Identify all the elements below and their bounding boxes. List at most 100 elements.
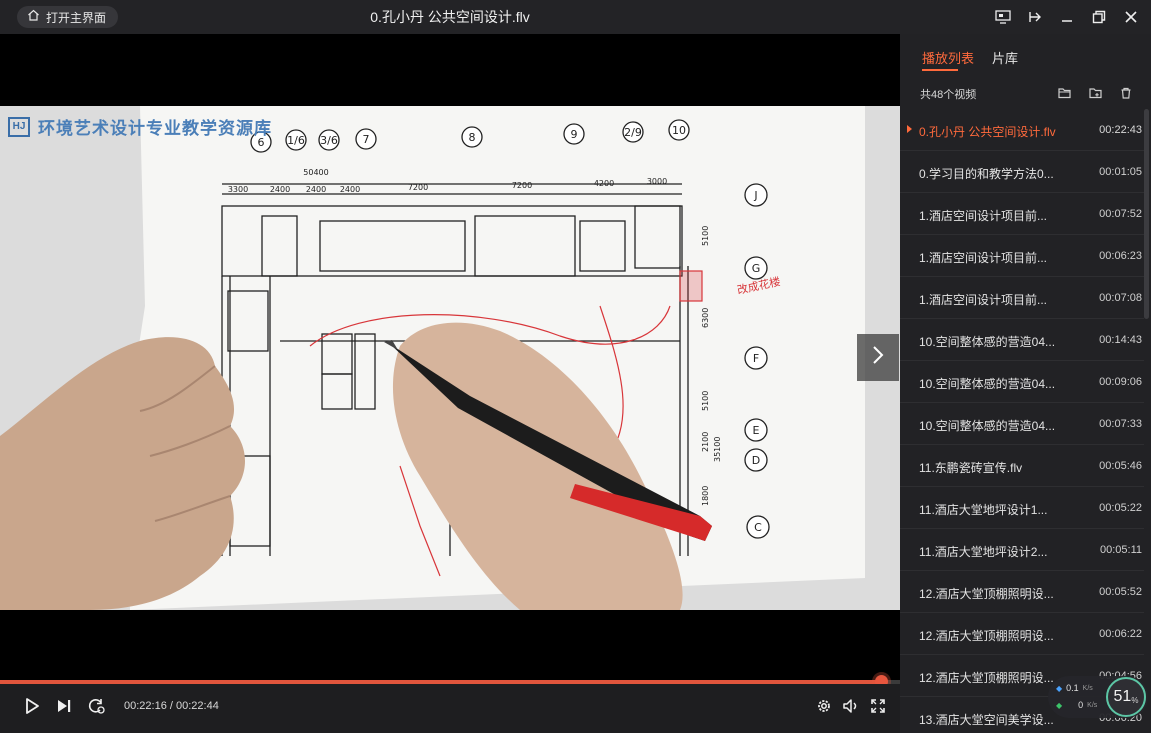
dimension-label: 50400 (303, 168, 328, 177)
playlist-item[interactable]: 1.酒店空间设计项目前... 00:07:08 (900, 277, 1144, 319)
playlist-item-duration: 00:05:11 (1099, 544, 1142, 556)
delete-icon[interactable] (1117, 84, 1135, 102)
pin-icon[interactable] (1025, 7, 1045, 27)
watermark-logo: HJ (8, 116, 30, 137)
playlist-item-duration: 00:01:05 (1099, 166, 1142, 178)
settings-button[interactable] (812, 696, 836, 720)
close-icon[interactable] (1121, 7, 1141, 27)
playlist-item-name: 11.东鹏瓷砖宣传.flv (919, 461, 1023, 475)
loop-icon (86, 697, 106, 720)
playlist-item-name: 11.酒店大堂地坪设计2... (919, 545, 1048, 559)
playlist-item-duration: 00:06:22 (1099, 628, 1142, 640)
axis-label: 2/9 (624, 126, 642, 139)
sidebar-tabs: 播放列表 片库 (900, 34, 1151, 78)
volume-button[interactable] (839, 696, 863, 720)
playlist-item[interactable]: 0.孔小丹 公共空间设计.flv 00:22:43 (900, 109, 1144, 151)
tab-playlist[interactable]: 播放列表 (922, 48, 974, 67)
video-area[interactable]: 6 1/6 3/6 7 8 9 2/9 10 J G F E D C 50400… (0, 34, 900, 680)
playlist-item-duration: 00:14:43 (1099, 334, 1142, 346)
playlist-item[interactable]: 11.东鹏瓷砖宣传.flv 00:05:46 (900, 445, 1144, 487)
playlist-item-name: 10.空间整体感的营造04... (919, 335, 1056, 349)
axis-label: D (752, 454, 760, 467)
play-icon (23, 697, 41, 720)
playlist-item[interactable]: 12.酒店大堂顶棚照明设... 00:06:22 (900, 613, 1144, 655)
playlist-item-duration: 00:07:52 (1099, 208, 1142, 220)
dimension-label: 35100 (713, 437, 722, 462)
time-display: 00:22:16 / 00:22:44 (124, 700, 219, 712)
title-bar: 打开主界面 0.孔小丹 公共空间设计.flv (0, 0, 1151, 34)
playlist-item-name: 1.酒店空间设计项目前... (919, 251, 1048, 265)
playlist-item-name: 1.酒店空间设计项目前... (919, 293, 1048, 307)
restore-icon[interactable] (1089, 7, 1109, 27)
volume-icon (842, 698, 860, 719)
dimension-label: 4200 (594, 179, 614, 188)
download-arrow-icon: ◆ (1056, 700, 1063, 710)
playlist-item-name: 0.孔小丹 公共空间设计.flv (919, 125, 1056, 139)
usage-percent: 51 (1113, 688, 1132, 705)
skip-next-icon (55, 697, 73, 720)
playlist-item[interactable]: 0.学习目的和教学方法0... 00:01:05 (900, 151, 1144, 193)
playlist-item-duration: 00:09:06 (1099, 376, 1142, 388)
dimension-label: 3300 (228, 185, 248, 194)
fullscreen-icon (871, 698, 885, 718)
playlist-item[interactable]: 10.空间整体感的营造04... 00:07:33 (900, 403, 1144, 445)
playlist-item[interactable]: 11.酒店大堂地坪设计2... 00:05:11 (900, 529, 1144, 571)
loop-mode-button[interactable] (84, 696, 108, 720)
playlist-item-name: 0.学习目的和教学方法0... (919, 167, 1054, 181)
playlist-item[interactable]: 12.酒店大堂顶棚照明设... 00:05:52 (900, 571, 1144, 613)
playlist-item-name: 1.酒店空间设计项目前... (919, 209, 1048, 223)
open-folder-icon[interactable] (1055, 84, 1073, 102)
now-playing-icon (907, 125, 912, 133)
tab-library[interactable]: 片库 (992, 48, 1018, 67)
playlist-item[interactable]: 11.酒店大堂地坪设计1... 00:05:22 (900, 487, 1144, 529)
fullscreen-button[interactable] (866, 696, 890, 720)
tab-underline (922, 69, 958, 71)
playlist-item-duration: 00:22:43 (1099, 124, 1142, 136)
playlist-item[interactable]: 1.酒店空间设计项目前... 00:06:23 (900, 235, 1144, 277)
minimize-icon[interactable] (1057, 7, 1077, 27)
playlist-tools (1055, 84, 1135, 102)
playlist-item-duration: 00:05:22 (1099, 502, 1142, 514)
window-controls (993, 0, 1141, 34)
playlist-item-duration: 00:07:08 (1099, 292, 1142, 304)
usage-percent-sign: % (1131, 695, 1139, 705)
dimension-label: 5100 (701, 391, 710, 411)
axis-label: 3/6 (320, 134, 338, 147)
playlist-sidebar: 播放列表 片库 共48个视频 0.孔小丹 公共空间设计.flv 00:22:43 0… (900, 34, 1151, 733)
playlist-item[interactable]: 10.空间整体感的营造04... 00:09:06 (900, 361, 1144, 403)
dimension-label: 1800 (701, 486, 710, 506)
video-frame[interactable]: 6 1/6 3/6 7 8 9 2/9 10 J G F E D C 50400… (0, 106, 900, 610)
time-separator: / (166, 700, 176, 712)
playlist-item-name: 11.酒店大堂地坪设计1... (919, 503, 1048, 517)
upload-speed: ◆ 0.1 K/s (1056, 683, 1093, 693)
dimension-label: 2400 (306, 185, 326, 194)
next-video-arrow[interactable] (857, 334, 899, 381)
memory-usage-circle[interactable]: 51 % (1106, 677, 1146, 717)
upload-arrow-icon: ◆ (1056, 683, 1063, 693)
axis-label: F (753, 352, 759, 365)
gear-icon (816, 698, 832, 719)
axis-label: 9 (571, 128, 578, 141)
axis-label: E (753, 424, 760, 437)
playlist-item[interactable]: 1.酒店空间设计项目前... 00:07:52 (900, 193, 1144, 235)
dimension-label: 7200 (512, 181, 532, 190)
playlist-scrollbar[interactable] (1144, 109, 1149, 319)
dimension-label: 3000 (647, 177, 667, 186)
dimension-label: 7200 (408, 183, 428, 192)
watermark-text: 环境艺术设计专业教学资源库 (38, 119, 272, 138)
cast-screen-icon[interactable] (993, 7, 1013, 27)
axis-label: G (752, 262, 761, 275)
network-speed-widget[interactable]: ◆ 0.1 K/s ◆ 0 K/s 51 % (1048, 676, 1148, 718)
upload-value: 0.1 (1066, 683, 1079, 693)
playlist-item[interactable]: 10.空间整体感的营造04... 00:14:43 (900, 319, 1144, 361)
playlist-item-name: 10.空间整体感的营造04... (919, 419, 1056, 433)
next-button[interactable] (52, 696, 76, 720)
video-frame-image: 6 1/6 3/6 7 8 9 2/9 10 J G F E D C 50400… (0, 106, 900, 610)
play-button[interactable] (20, 696, 44, 720)
add-folder-icon[interactable] (1086, 84, 1104, 102)
axis-label: 10 (672, 124, 686, 137)
dimension-label: 2100 (701, 432, 710, 452)
download-value: 0 (1078, 700, 1084, 710)
playlist-item-duration: 00:05:52 (1099, 586, 1142, 598)
download-unit: K/s (1087, 701, 1098, 709)
